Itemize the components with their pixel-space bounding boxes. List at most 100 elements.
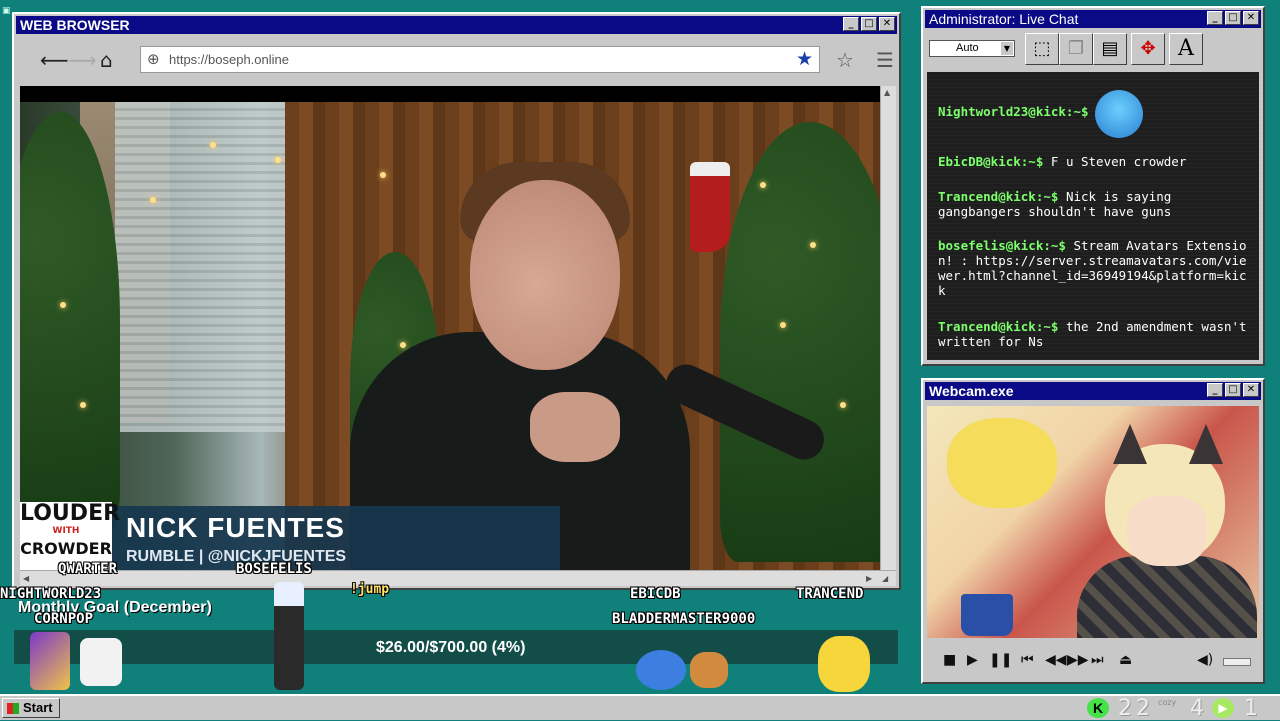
windows-logo-icon	[7, 703, 19, 714]
copy-icon[interactable]: ❐	[1059, 33, 1093, 65]
chat-user: EbicDB@kick:~$	[938, 154, 1044, 169]
chat-window: Administrator: Live Chat _ □ ✕ Auto ▼ ⬚ …	[921, 6, 1265, 366]
scroll-left-icon[interactable]: ◀	[23, 574, 29, 583]
font-icon[interactable]: A	[1169, 33, 1203, 65]
avatar-name: TRANCEND	[796, 586, 864, 602]
zoom-select[interactable]: Auto ▼	[929, 40, 1015, 57]
cat-ear	[1189, 424, 1223, 464]
home-icon[interactable]: ⌂	[100, 48, 113, 72]
globe-icon: ⊕	[147, 50, 160, 68]
chat-message: Trancend@kick:~$ Nick is saying gangbang…	[938, 189, 1253, 219]
video-frame: LOUDER WITH CROWDER NICK FUENTES RUMBLE …	[20, 102, 880, 570]
tray-number: 1	[1244, 696, 1258, 721]
skip-back-icon[interactable]: ⏮	[1021, 652, 1034, 668]
bookmark-star-icon[interactable]: ☆	[836, 48, 854, 72]
desktop-icon[interactable]: ▣	[2, 6, 12, 16]
avatar-sprite	[636, 650, 686, 690]
maximize-button[interactable]: □	[1225, 383, 1241, 397]
rewind-icon[interactable]: ◀◀	[1045, 652, 1067, 668]
volume-icon[interactable]: ◀)	[1197, 652, 1213, 668]
volume-slider[interactable]	[1223, 658, 1251, 666]
chevron-down-icon[interactable]: ▼	[1001, 42, 1013, 55]
fast-forward-icon[interactable]: ▶▶	[1067, 652, 1089, 668]
goal-text: $26.00/$700.00 (4%)	[376, 639, 526, 656]
light	[275, 157, 281, 163]
stop-icon[interactable]: ■	[943, 652, 956, 668]
start-button[interactable]: Start	[2, 698, 60, 718]
avatar-sprite	[690, 652, 728, 688]
address-bar[interactable]: ⊕ https://boseph.online ★	[140, 46, 820, 73]
minimize-button[interactable]: _	[843, 17, 859, 31]
browser-window: WEB BROWSER _ □ ✕ ⟵ ⟶ ⌂ ⊕ https://boseph…	[12, 12, 901, 590]
light	[210, 142, 216, 148]
bookmark-star-filled-icon[interactable]: ★	[796, 48, 813, 70]
avatar-name: EBICDB	[630, 586, 681, 602]
chat-user: Trancend@kick:~$	[938, 189, 1059, 204]
chat-title: Administrator: Live Chat	[929, 11, 1079, 27]
scroll-up-icon[interactable]: ▲	[884, 88, 890, 97]
play-icon[interactable]: ▶	[967, 652, 978, 668]
chat-log[interactable]: Nightworld23@kick:~$ EbicDB@kick:~$ F u …	[927, 72, 1259, 360]
plush-toy	[947, 418, 1057, 508]
media-controls: ■ ▶ ❚❚ ⏮ ◀◀ ▶▶ ⏭ ⏏ ◀)	[927, 642, 1259, 678]
zoom-select-value: Auto	[956, 42, 979, 54]
play-circle-icon[interactable]: ▶	[1212, 698, 1234, 718]
avatar-sprite	[274, 582, 304, 690]
tray-number: 2	[1118, 696, 1132, 721]
light	[810, 242, 816, 248]
light	[380, 172, 386, 178]
webcam-view	[927, 406, 1259, 638]
avatar-sweater	[1077, 556, 1257, 638]
maximize-button[interactable]: □	[1225, 11, 1241, 25]
start-label: Start	[23, 700, 53, 715]
url-text[interactable]: https://boseph.online	[169, 52, 289, 67]
chat-user: Trancend@kick:~$	[938, 319, 1059, 334]
light	[80, 402, 86, 408]
light	[760, 182, 766, 188]
browser-toolbar: ⟵ ⟶ ⌂ ⊕ https://boseph.online ★ ☆ ☰	[18, 36, 895, 86]
kick-icon[interactable]: K	[1087, 698, 1109, 718]
forward-arrow-icon[interactable]: ⟶	[68, 48, 97, 72]
eject-icon[interactable]: ⏏	[1119, 652, 1132, 668]
hamburger-menu-icon[interactable]: ☰	[876, 48, 894, 72]
avatar-sprite	[30, 632, 70, 690]
tray-number: 4	[1190, 696, 1204, 721]
chat-text: F u Steven crowder	[1050, 154, 1187, 169]
avatar-sprite	[80, 638, 122, 686]
maximize-button[interactable]: □	[861, 17, 877, 31]
skip-forward-icon[interactable]: ⏭	[1091, 652, 1104, 668]
paste-icon[interactable]: ▤	[1093, 33, 1127, 65]
minimize-button[interactable]: _	[1207, 11, 1223, 25]
light	[840, 402, 846, 408]
show-logo: LOUDER WITH CROWDER	[20, 502, 120, 570]
select-tool-icon[interactable]: ⬚	[1025, 33, 1059, 65]
close-button[interactable]: ✕	[879, 17, 895, 31]
webcam-window: Webcam.exe _ □ ✕ ■ ▶ ❚❚ ⏮ ◀◀ ▶▶ ⏭ ⏏ ◀)	[921, 378, 1265, 684]
logo-with: WITH	[52, 526, 80, 536]
avatar-name: NIGHTWORLD23	[0, 586, 102, 602]
close-button[interactable]: ✕	[1243, 383, 1259, 397]
avatar-sprite	[818, 636, 870, 692]
move-icon[interactable]: ✥	[1131, 33, 1165, 65]
resize-grip-icon[interactable]: ◢	[882, 574, 888, 583]
desktop: ▣ WEB BROWSER _ □ ✕ ⟵ ⟶ ⌂ ⊕ https://bose…	[0, 0, 1280, 721]
vertical-scrollbar[interactable]: ▲	[880, 86, 896, 570]
close-button[interactable]: ✕	[1243, 11, 1259, 25]
chat-message: Trancend@kick:~$ the 2nd amendment wasn'…	[938, 319, 1253, 349]
chat-user: Nightworld23@kick:~$	[938, 104, 1089, 119]
back-arrow-icon[interactable]: ⟵	[40, 48, 69, 72]
webcam-titlebar[interactable]: Webcam.exe _ □ ✕	[925, 382, 1261, 400]
horizontal-scrollbar[interactable]: ◀ ▶ ◢	[20, 570, 896, 586]
chat-user: bosefelis@kick:~$	[938, 238, 1066, 253]
pause-icon[interactable]: ❚❚	[989, 652, 1012, 668]
video-player[interactable]: LOUDER WITH CROWDER NICK FUENTES RUMBLE …	[20, 86, 880, 570]
browser-title: WEB BROWSER	[20, 17, 130, 33]
person-hands	[530, 392, 620, 462]
minimize-button[interactable]: _	[1207, 383, 1223, 397]
stocking	[690, 162, 730, 252]
chat-titlebar[interactable]: Administrator: Live Chat _ □ ✕	[925, 10, 1261, 28]
scroll-right-icon[interactable]: ▶	[866, 574, 872, 583]
browser-titlebar[interactable]: WEB BROWSER _ □ ✕	[16, 16, 897, 34]
cat-ear	[1113, 424, 1147, 464]
avatar-name: BOSEFELIS	[236, 561, 312, 577]
